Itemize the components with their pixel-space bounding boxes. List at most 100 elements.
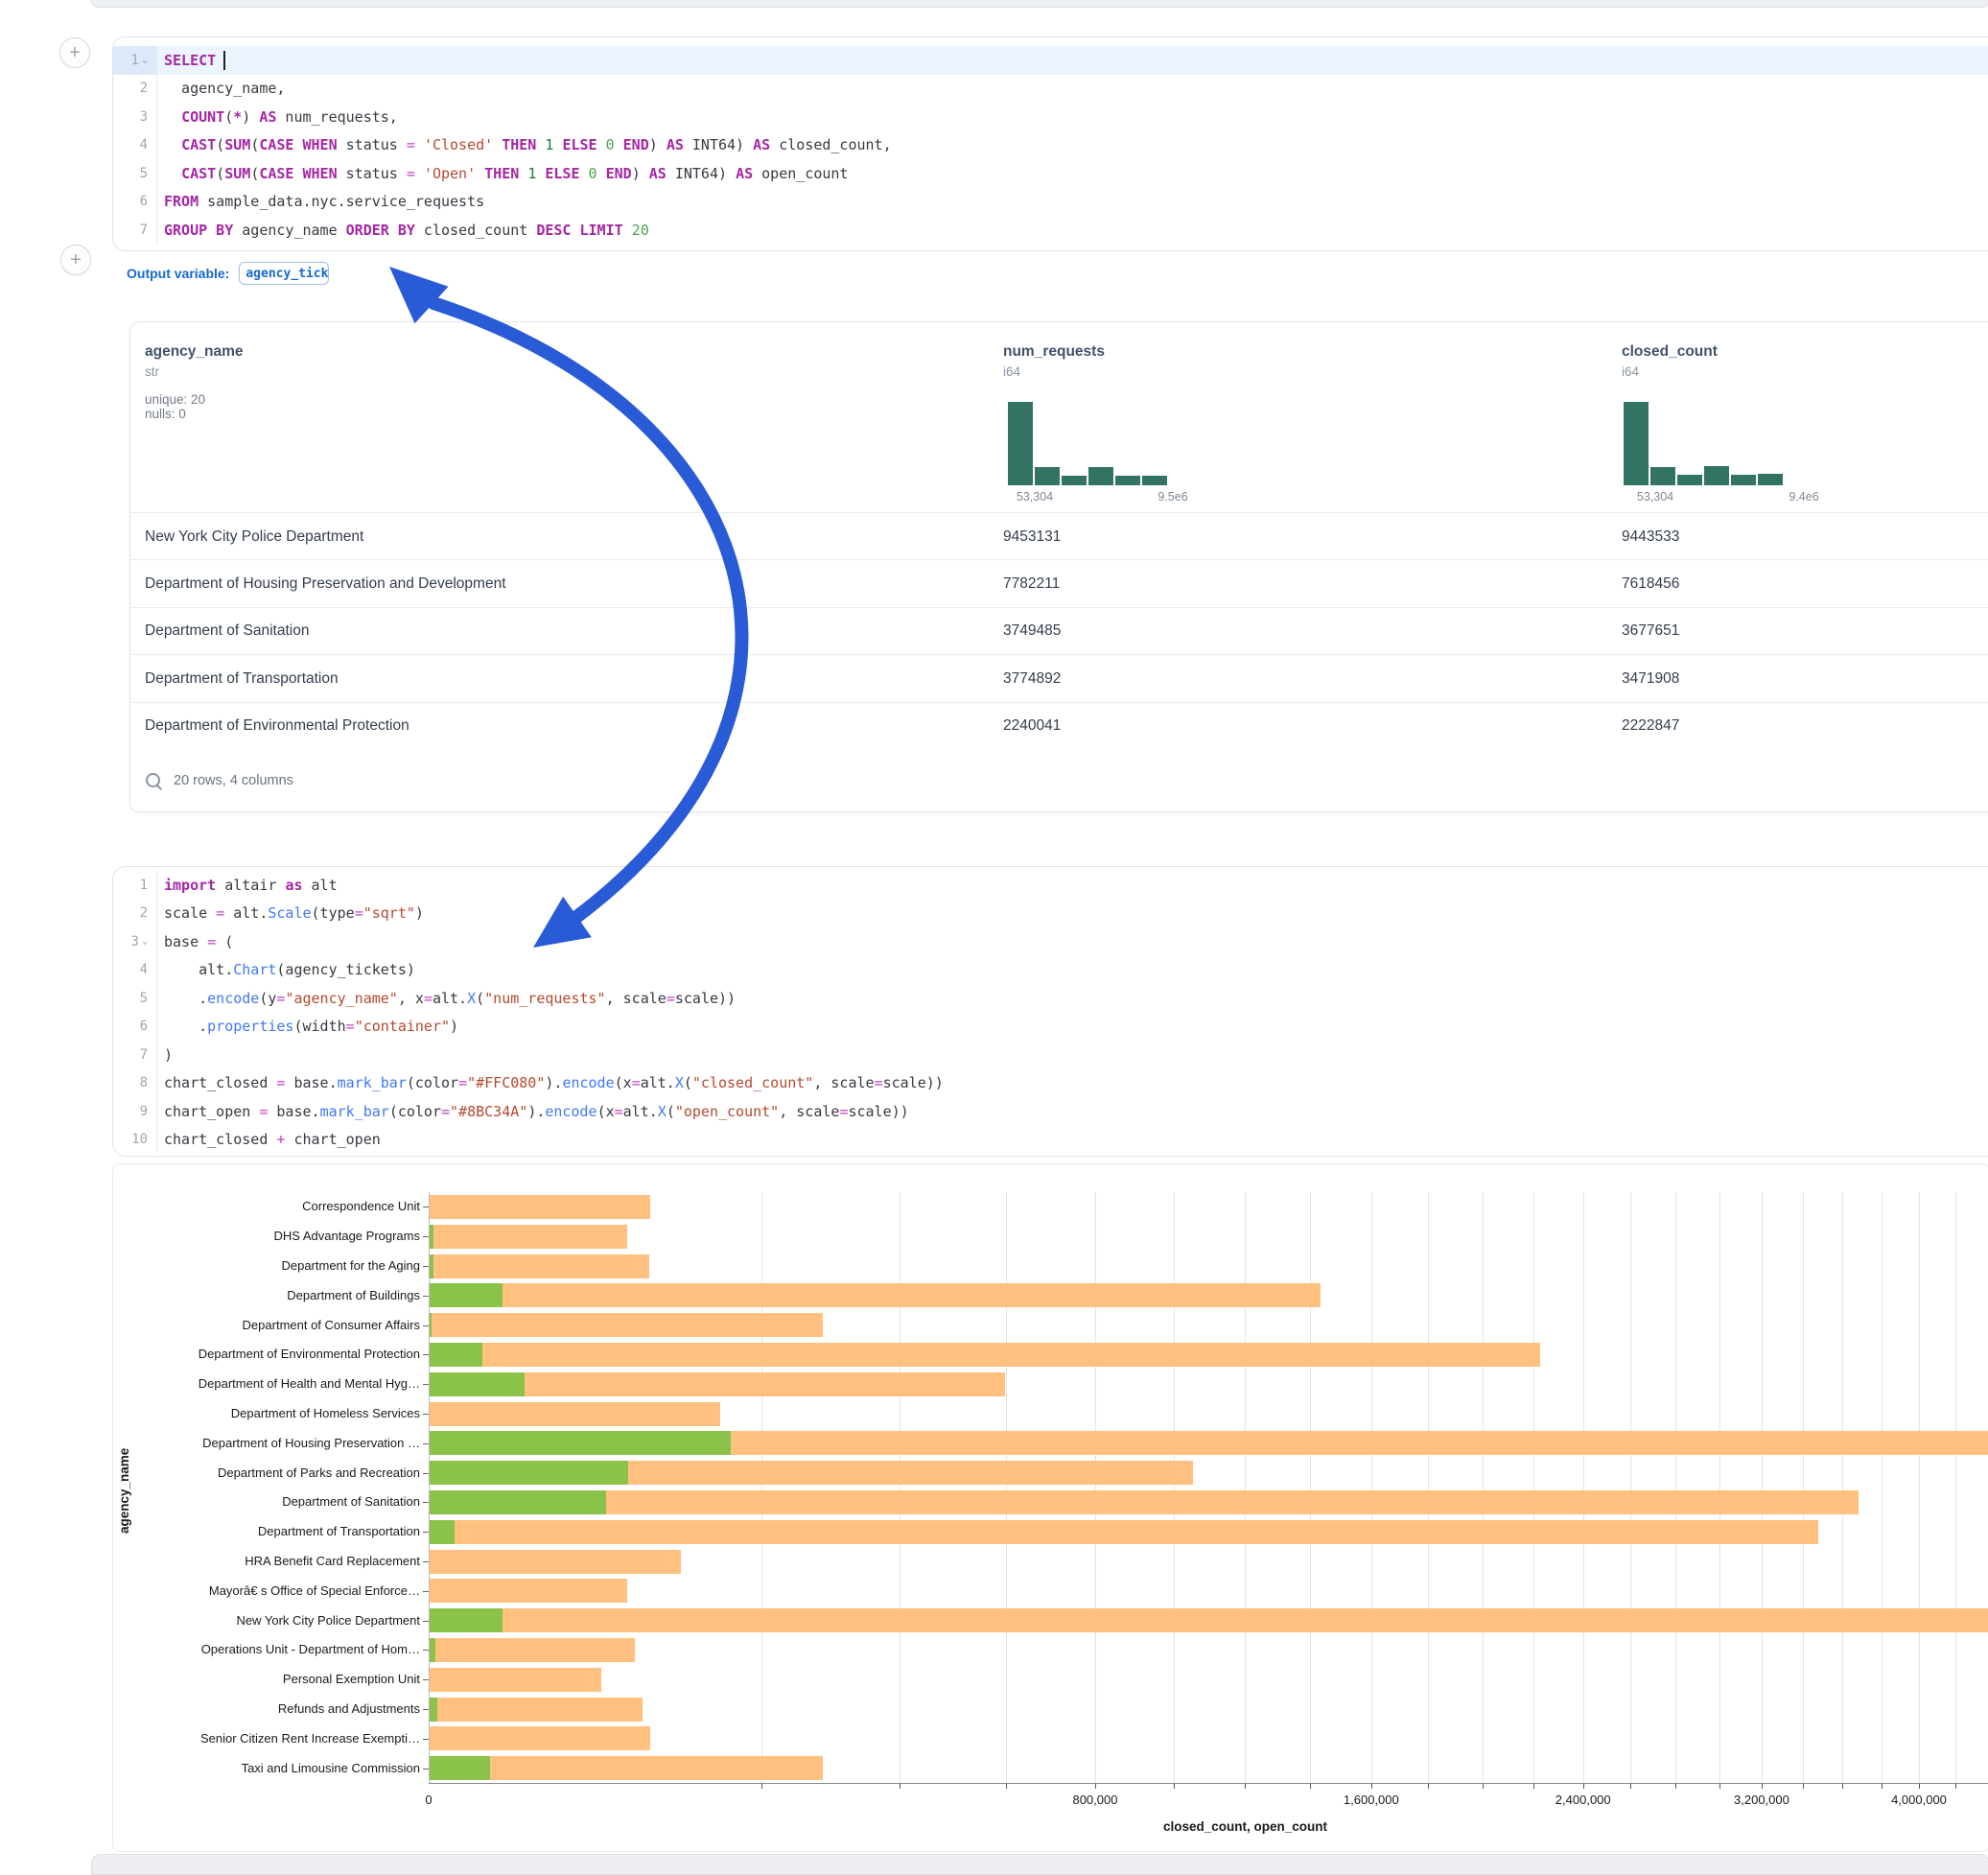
cell: New York City Police Department (145, 528, 363, 546)
cell: 3774892 (1003, 670, 1061, 688)
code-text: scale = alt.Scale(type="sqrt") (157, 900, 424, 928)
code-text: alt.Chart(agency_tickets) (157, 956, 415, 985)
y-axis-label: Mayorâ€ s Office of Special Enforce… (113, 1583, 420, 1598)
x-axis-tick-label: 800,000 (1042, 1793, 1148, 1807)
cell: Department of Environmental Protection (145, 717, 409, 735)
add-cell-button-top[interactable]: + (59, 37, 90, 68)
y-axis-tick (423, 1443, 429, 1444)
bar-closed-count (430, 1225, 627, 1249)
code-text: CAST(SUM(CASE WHEN status = 'Open' THEN … (157, 159, 848, 188)
gridline (1803, 1192, 1804, 1783)
cell: 2222847 (1622, 717, 1679, 735)
code-text: .properties(width="container") (157, 1013, 458, 1042)
code-line: 4 alt.Chart(agency_tickets) (113, 956, 1988, 985)
table-row[interactable]: Department of Transportation377489234719… (130, 654, 1988, 702)
histogram-bar (1650, 467, 1675, 485)
bar-open-count (430, 1461, 628, 1485)
histogram-bar (1062, 476, 1087, 485)
line-number: 5 (113, 159, 157, 188)
bar-open-count (430, 1431, 731, 1455)
y-axis-label: DHS Advantage Programs (113, 1229, 420, 1243)
bar-open-count (430, 1490, 606, 1514)
result-table: agency_name str unique: 20 nulls: 0 num_… (129, 321, 1988, 812)
sql-editor[interactable]: 1⌄SELECT2 agency_name,3 COUNT(*) AS num_… (112, 36, 1988, 251)
code-line: 10chart_closed + chart_open (113, 1126, 1988, 1155)
gridline (1483, 1192, 1484, 1783)
y-axis-label: Department of Environmental Protection (113, 1347, 420, 1361)
cell: Department of Housing Preservation and D… (145, 575, 506, 593)
y-axis-label: HRA Benefit Card Replacement (113, 1554, 420, 1568)
code-text: base = ( (157, 927, 233, 956)
column-type: str (145, 364, 244, 379)
output-variable-chip[interactable]: agency_tickets (239, 262, 329, 285)
code-text: chart_closed = base.mark_bar(color="#FFC… (157, 1069, 944, 1098)
bar-closed-count (430, 1608, 1988, 1632)
gridline (1630, 1192, 1631, 1783)
cell: 9453131 (1003, 528, 1061, 546)
y-axis-label: Taxi and Limousine Commission (113, 1761, 420, 1775)
line-number: 7 (113, 1041, 157, 1069)
bar-closed-count (430, 1402, 720, 1426)
gridline (1095, 1192, 1096, 1783)
y-axis-label: New York City Police Department (113, 1613, 420, 1628)
cell: Department of Transportation (145, 670, 339, 688)
output-variable-label: Output variable: (127, 266, 229, 281)
bar-closed-count (430, 1520, 1818, 1544)
bar-open-count (430, 1225, 433, 1249)
table-row[interactable]: New York City Police Department945313194… (130, 512, 1988, 560)
line-number: 4 (113, 131, 157, 160)
histogram-bar (1677, 475, 1702, 485)
bar-open-count (430, 1756, 490, 1780)
line-number: 6 (113, 1013, 157, 1042)
bar-closed-count (430, 1343, 1540, 1367)
bar-closed-count (430, 1283, 1321, 1307)
column-header-closed-count: closed_count i64 (1622, 343, 1718, 379)
code-line: 3 COUNT(*) AS num_requests, (113, 103, 1988, 131)
histogram-num-requests (1008, 402, 1167, 485)
cell: 3677651 (1622, 622, 1679, 640)
bar-open-count (430, 1698, 437, 1722)
cell: Department of Sanitation (145, 622, 309, 640)
code-line: 6 .properties(width="container") (113, 1013, 1988, 1042)
bar-closed-count (430, 1668, 601, 1692)
y-axis-label: Department of Health and Mental Hyg… (113, 1376, 420, 1391)
table-row[interactable]: Department of Housing Preservation and D… (130, 559, 1988, 607)
gridline (1719, 1192, 1720, 1783)
bar-open-count (430, 1608, 503, 1632)
add-cell-button-middle[interactable]: + (60, 245, 91, 275)
y-axis-tick (423, 1502, 429, 1503)
gridline (1675, 1192, 1676, 1783)
column-type: i64 (1622, 364, 1718, 379)
bar-closed-count (430, 1550, 681, 1574)
table-row[interactable]: Department of Environmental Protection 22… (130, 702, 1988, 750)
gridline (1245, 1192, 1246, 1783)
code-text: CAST(SUM(CASE WHEN status = 'Closed' THE… (157, 131, 892, 160)
bar-open-count (430, 1313, 432, 1337)
hist-min-label: 53,304 (1617, 490, 1694, 504)
code-line: 1import altair as alt (113, 871, 1988, 900)
x-axis-tick-label: 1,600,000 (1319, 1793, 1424, 1807)
y-axis-label: Operations Unit - Department of Hom… (113, 1642, 420, 1656)
y-axis-tick (423, 1591, 429, 1592)
line-number: 6 (113, 188, 157, 217)
column-name: num_requests (1003, 343, 1105, 361)
code-line: 7GROUP BY agency_name ORDER BY closed_co… (113, 216, 1988, 245)
python-editor[interactable]: 1import altair as alt2scale = alt.Scale(… (112, 866, 1988, 1157)
code-line: 5 CAST(SUM(CASE WHEN status = 'Open' THE… (113, 159, 1988, 188)
fold-caret-icon[interactable]: ⌄ (142, 55, 148, 65)
line-number: 4 (113, 956, 157, 985)
search-icon[interactable] (145, 772, 162, 789)
chart-output: Correspondence UnitDHS Advantage Program… (112, 1163, 1988, 1852)
table-row[interactable]: Department of Sanitation37494853677651 (130, 607, 1988, 655)
bar-closed-count (430, 1638, 635, 1662)
column-name: agency_name (145, 343, 244, 361)
histogram-bar (1624, 402, 1649, 485)
gridline (1842, 1192, 1843, 1783)
fold-caret-icon[interactable]: ⌄ (142, 936, 148, 947)
line-number: 1⌄ (113, 46, 157, 75)
gridline (1006, 1192, 1007, 1783)
column-header-num-requests: num_requests i64 (1003, 343, 1105, 379)
x-axis-tick-label: 0 (376, 1793, 481, 1807)
line-number: 2 (113, 900, 157, 928)
line-number: 5 (113, 984, 157, 1013)
